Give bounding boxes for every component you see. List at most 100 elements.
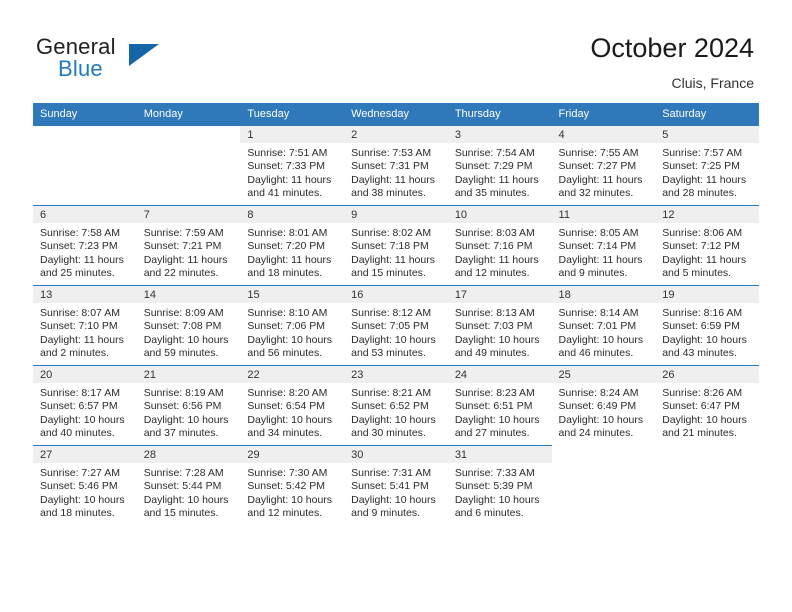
daylight-duration-line1: Daylight: 11 hours bbox=[558, 253, 643, 266]
day-number: 5 bbox=[655, 126, 759, 143]
day-details: Sunrise: 7:58 AM Sunset: 7:23 PM Daylight:… bbox=[33, 223, 137, 281]
calendar-day-cell[interactable]: 12 Sunrise: 8:06 AM Sunset: 7:12 PM Dayligh… bbox=[655, 205, 759, 286]
daylight-duration-line1: Daylight: 10 hours bbox=[40, 493, 125, 506]
day-details: Sunrise: 8:16 AM Sunset: 6:59 PM Daylight:… bbox=[655, 303, 759, 361]
calendar-day-cell[interactable]: 2 Sunrise: 7:53 AM Sunset: 7:31 PM Daylight… bbox=[344, 125, 448, 206]
daylight-duration-line2: and 38 minutes. bbox=[351, 187, 426, 200]
calendar-day-cell[interactable]: 17 Sunrise: 8:13 AM Sunset: 7:03 PM Dayligh… bbox=[447, 285, 552, 366]
sunrise-time: Sunrise: 7:30 AM bbox=[247, 467, 328, 479]
day-details: Sunrise: 8:10 AM Sunset: 7:06 PM Daylight:… bbox=[240, 303, 344, 361]
calendar-day-cell[interactable]: 9 Sunrise: 8:02 AM Sunset: 7:18 PM Daylight… bbox=[344, 205, 448, 286]
calendar-day-cell[interactable]: 18 Sunrise: 8:14 AM Sunset: 7:01 PM Dayligh… bbox=[551, 285, 656, 366]
sunset-time: Sunset: 7:23 PM bbox=[40, 240, 118, 253]
general-blue-logo[interactable]: General Blue bbox=[36, 34, 196, 90]
sunset-time: Sunset: 7:08 PM bbox=[143, 320, 222, 333]
daylight-duration-line2: and 37 minutes. bbox=[143, 427, 219, 440]
day-number: 1 bbox=[240, 126, 345, 143]
day-number: 20 bbox=[33, 366, 137, 383]
daylight-duration-line1: Daylight: 11 hours bbox=[247, 253, 332, 266]
daylight-duration-line1: Daylight: 10 hours bbox=[662, 413, 747, 426]
daylight-duration-line2: and 25 minutes. bbox=[40, 267, 115, 280]
day-details: Sunrise: 7:57 AM Sunset: 7:25 PM Daylight:… bbox=[655, 143, 759, 201]
day-number bbox=[552, 446, 656, 463]
day-number: 6 bbox=[33, 206, 137, 223]
calendar-day-cell[interactable]: 1 Sunrise: 7:51 AM Sunset: 7:33 PM Daylight… bbox=[240, 125, 345, 206]
weekday-header-saturday: Saturday bbox=[655, 103, 759, 126]
daylight-duration-line1: Daylight: 10 hours bbox=[558, 333, 644, 346]
daylight-duration-line2: and 15 minutes. bbox=[143, 507, 219, 520]
daylight-duration-line1: Daylight: 11 hours bbox=[662, 253, 747, 266]
calendar-day-cell[interactable]: 28 Sunrise: 7:28 AM Sunset: 5:44 PM Dayligh… bbox=[136, 445, 241, 525]
calendar-day-cell[interactable]: 24 Sunrise: 8:23 AM Sunset: 6:51 PM Dayligh… bbox=[447, 365, 552, 446]
daylight-duration-line1: Daylight: 11 hours bbox=[351, 173, 435, 186]
calendar-day-cell[interactable]: 22 Sunrise: 8:20 AM Sunset: 6:54 PM Dayligh… bbox=[240, 365, 345, 446]
daylight-duration-line2: and 34 minutes. bbox=[247, 427, 323, 440]
calendar-header-row-group: Sunday Monday Tuesday Wednesday Thursday… bbox=[33, 103, 759, 126]
calendar-week-row: 13 Sunrise: 8:07 AM Sunset: 7:10 PM Dayligh… bbox=[33, 285, 759, 366]
daylight-duration-line1: Daylight: 11 hours bbox=[454, 173, 539, 186]
sunrise-time: Sunrise: 7:59 AM bbox=[143, 227, 224, 239]
page-subtitle-location: Cluis, France bbox=[671, 75, 754, 91]
daylight-duration-line1: Daylight: 11 hours bbox=[247, 173, 332, 186]
daylight-duration-line1: Daylight: 10 hours bbox=[143, 413, 229, 426]
calendar-week-row: 27 Sunrise: 7:27 AM Sunset: 5:46 PM Dayligh… bbox=[33, 445, 759, 525]
sunrise-time: Sunrise: 8:10 AM bbox=[247, 307, 328, 319]
calendar-day-cell[interactable]: 20 Sunrise: 8:17 AM Sunset: 6:57 PM Dayligh… bbox=[33, 365, 137, 446]
calendar-day-cell[interactable]: 3 Sunrise: 7:54 AM Sunset: 7:29 PM Daylight… bbox=[447, 125, 552, 206]
calendar-day-cell[interactable]: 7 Sunrise: 7:59 AM Sunset: 7:21 PM Daylight… bbox=[136, 205, 241, 286]
calendar-day-cell[interactable]: 4 Sunrise: 7:55 AM Sunset: 7:27 PM Daylight… bbox=[551, 125, 656, 206]
calendar-day-cell[interactable]: 8 Sunrise: 8:01 AM Sunset: 7:20 PM Daylight… bbox=[240, 205, 345, 286]
sunset-time: Sunset: 6:52 PM bbox=[351, 400, 429, 413]
calendar-day-cell[interactable]: 13 Sunrise: 8:07 AM Sunset: 7:10 PM Dayligh… bbox=[33, 285, 137, 366]
day-details: Sunrise: 7:28 AM Sunset: 5:44 PM Daylight:… bbox=[137, 463, 241, 521]
day-number: 17 bbox=[447, 286, 552, 303]
sunset-time: Sunset: 5:44 PM bbox=[143, 480, 222, 493]
calendar-day-cell[interactable]: 21 Sunrise: 8:19 AM Sunset: 6:56 PM Dayligh… bbox=[136, 365, 241, 446]
day-details: Sunrise: 8:02 AM Sunset: 7:18 PM Daylight:… bbox=[344, 223, 448, 281]
sunset-time: Sunset: 7:31 PM bbox=[351, 160, 429, 173]
calendar-day-cell[interactable]: 6 Sunrise: 7:58 AM Sunset: 7:23 PM Daylight… bbox=[33, 205, 137, 286]
calendar-week-row: 6 Sunrise: 7:58 AM Sunset: 7:23 PM Daylight… bbox=[33, 205, 759, 286]
calendar-day-cell[interactable]: 23 Sunrise: 8:21 AM Sunset: 6:52 PM Dayligh… bbox=[344, 365, 448, 446]
sunrise-time: Sunrise: 7:53 AM bbox=[351, 147, 432, 159]
calendar-day-cell[interactable]: 5 Sunrise: 7:57 AM Sunset: 7:25 PM Daylight… bbox=[655, 125, 759, 206]
calendar-week-row: 1 Sunrise: 7:51 AM Sunset: 7:33 PM Daylight… bbox=[33, 125, 759, 206]
calendar-day-cell[interactable]: 29 Sunrise: 7:30 AM Sunset: 5:42 PM Dayligh… bbox=[240, 445, 345, 525]
daylight-duration-line1: Daylight: 10 hours bbox=[247, 413, 333, 426]
sunrise-time: Sunrise: 8:12 AM bbox=[351, 307, 432, 319]
calendar-day-cell[interactable]: 31 Sunrise: 7:33 AM Sunset: 5:39 PM Dayligh… bbox=[447, 445, 552, 525]
calendar-day-cell[interactable]: 14 Sunrise: 8:09 AM Sunset: 7:08 PM Dayligh… bbox=[136, 285, 241, 366]
calendar-day-cell[interactable]: 16 Sunrise: 8:12 AM Sunset: 7:05 PM Dayligh… bbox=[344, 285, 448, 366]
weekday-header-monday: Monday bbox=[136, 103, 241, 126]
daylight-duration-line1: Daylight: 10 hours bbox=[662, 333, 747, 346]
calendar-day-cell[interactable]: 26 Sunrise: 8:26 AM Sunset: 6:47 PM Dayligh… bbox=[655, 365, 759, 446]
calendar-day-cell[interactable]: 27 Sunrise: 7:27 AM Sunset: 5:46 PM Dayligh… bbox=[33, 445, 137, 525]
daylight-duration-line1: Daylight: 10 hours bbox=[351, 333, 436, 346]
daylight-duration-line2: and 27 minutes. bbox=[454, 427, 530, 440]
title-block: October 2024 Cluis, France bbox=[590, 32, 754, 93]
sunrise-time: Sunrise: 8:07 AM bbox=[40, 307, 120, 319]
calendar-day-cell[interactable]: 10 Sunrise: 8:03 AM Sunset: 7:16 PM Dayligh… bbox=[447, 205, 552, 286]
daylight-duration-line2: and 53 minutes. bbox=[351, 347, 426, 360]
day-number: 28 bbox=[136, 446, 241, 463]
day-details: Sunrise: 8:09 AM Sunset: 7:08 PM Daylight:… bbox=[137, 303, 241, 361]
sunrise-time: Sunrise: 7:57 AM bbox=[662, 147, 743, 159]
calendar-page: General Blue October 2024 Cluis, France … bbox=[0, 0, 792, 612]
daylight-duration-line2: and 46 minutes. bbox=[558, 347, 634, 360]
sunset-time: Sunset: 7:10 PM bbox=[40, 320, 118, 333]
day-details: Sunrise: 8:19 AM Sunset: 6:56 PM Daylight:… bbox=[137, 383, 241, 441]
day-details: Sunrise: 8:05 AM Sunset: 7:14 PM Daylight:… bbox=[552, 223, 656, 281]
calendar-day-cell[interactable]: 15 Sunrise: 8:10 AM Sunset: 7:06 PM Dayligh… bbox=[240, 285, 345, 366]
sunrise-time: Sunrise: 8:21 AM bbox=[351, 387, 432, 399]
calendar-day-cell[interactable]: 30 Sunrise: 7:31 AM Sunset: 5:41 PM Dayligh… bbox=[344, 445, 448, 525]
sunset-time: Sunset: 6:47 PM bbox=[662, 400, 740, 413]
sunset-time: Sunset: 6:49 PM bbox=[558, 400, 637, 413]
calendar-day-cell[interactable]: 19 Sunrise: 8:16 AM Sunset: 6:59 PM Dayligh… bbox=[655, 285, 759, 366]
daylight-duration-line1: Daylight: 10 hours bbox=[558, 413, 644, 426]
calendar-day-cell[interactable]: 11 Sunrise: 8:05 AM Sunset: 7:14 PM Dayligh… bbox=[551, 205, 656, 286]
sunset-time: Sunset: 7:21 PM bbox=[143, 240, 222, 253]
calendar-day-cell[interactable]: 25 Sunrise: 8:24 AM Sunset: 6:49 PM Dayligh… bbox=[551, 365, 656, 446]
daylight-duration-line2: and 59 minutes. bbox=[143, 347, 219, 360]
weekday-header-friday: Friday bbox=[551, 103, 656, 126]
weekday-header-row: Sunday Monday Tuesday Wednesday Thursday… bbox=[33, 103, 759, 126]
